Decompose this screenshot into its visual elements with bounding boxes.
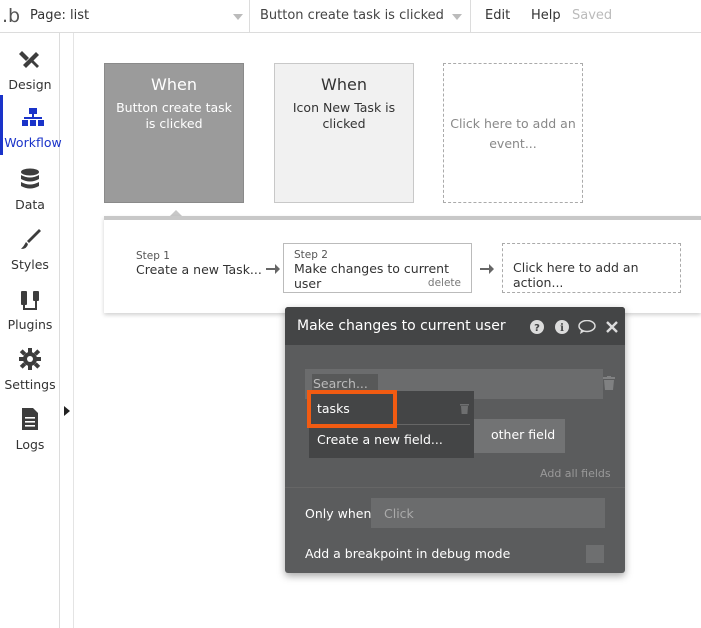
plug-icon — [21, 291, 39, 310]
breakpoint-checkbox[interactable] — [586, 545, 604, 563]
sidebar-item-workflow[interactable]: Workflow — [0, 95, 62, 155]
trash-icon[interactable] — [603, 376, 615, 390]
annotation-highlight-box — [307, 390, 397, 428]
only-when-label: Only when — [305, 506, 372, 521]
sidebar-item-settings[interactable]: Settings — [0, 337, 60, 397]
menu-help[interactable]: Help — [531, 8, 561, 23]
step-number: Step 2 — [294, 249, 328, 261]
menu-edit[interactable]: Edit — [485, 8, 510, 23]
top-bar: .b Page: list Button create task is clic… — [0, 0, 701, 33]
step-number: Step 1 — [136, 250, 170, 262]
sidebar-item-plugins[interactable]: Plugins — [0, 277, 60, 337]
page-select-label: Page: list — [30, 8, 90, 23]
arrow-right-icon — [266, 264, 280, 274]
sidebar-item-label: Styles — [11, 257, 49, 272]
info-icon[interactable]: i — [555, 320, 569, 334]
gear-icon — [19, 348, 41, 370]
sidebar-item-label: Design — [8, 77, 52, 92]
help-icon[interactable]: ? — [530, 320, 544, 334]
add-event-placeholder[interactable]: Click here to add an event... — [443, 63, 583, 203]
event-select-label: Button create task is clicked — [260, 8, 444, 23]
panel-divider — [285, 487, 625, 488]
event-when-label: When — [151, 75, 197, 94]
delete-step-link[interactable]: delete — [428, 277, 461, 289]
canvas-divider — [73, 33, 74, 628]
step-1[interactable]: Step 1 Create a new Task... — [136, 250, 262, 277]
comment-icon[interactable] — [578, 320, 596, 334]
sidebar-item-label: Workflow — [4, 135, 62, 150]
sidebar-item-label: Logs — [15, 437, 45, 452]
left-sidebar: Design Workflow Data Styles Plugins Sett… — [0, 33, 62, 628]
page-select[interactable]: Page: list — [18, 0, 250, 33]
svg-text:?: ? — [534, 323, 540, 334]
sidebar-item-logs[interactable]: Logs — [0, 397, 60, 457]
sidebar-item-design[interactable]: Design — [0, 37, 60, 97]
add-all-fields-link[interactable]: Add all fields — [540, 467, 611, 480]
sidebar-item-label: Data — [15, 197, 45, 212]
design-icon — [19, 51, 39, 68]
document-icon — [22, 408, 38, 430]
chevron-down-icon — [233, 14, 243, 20]
event-card-button-create-task[interactable]: When Button create task is clicked — [104, 63, 244, 203]
panel-title: Make changes to current user — [297, 318, 506, 334]
change-another-field-button[interactable]: other field — [474, 419, 565, 453]
create-new-field-option[interactable]: Create a new field... — [317, 432, 443, 447]
data-icon — [21, 168, 39, 189]
add-action-placeholder[interactable]: Click here to add an action... — [502, 243, 681, 293]
event-card-icon-new-task[interactable]: When Icon New Task is clicked — [274, 63, 414, 203]
svg-text:i: i — [560, 323, 564, 334]
panel-header: Make changes to current user ? i — [285, 307, 625, 345]
expand-sidebar-icon[interactable] — [64, 406, 70, 416]
event-description: Icon New Task is clicked — [292, 100, 396, 131]
workflow-icon — [22, 108, 44, 126]
trash-icon[interactable] — [460, 403, 469, 414]
only-when-input[interactable] — [371, 498, 605, 528]
action-properties-panel: Make changes to current user ? i other f… — [285, 307, 625, 573]
chevron-down-icon — [452, 14, 462, 20]
workflow-steps-bar: Step 1 Create a new Task... Step 2 Make … — [104, 216, 701, 313]
event-when-label: When — [321, 75, 367, 94]
saved-status: Saved — [572, 8, 613, 23]
brush-icon — [21, 229, 41, 249]
arrow-right-icon — [480, 264, 494, 274]
breakpoint-label: Add a breakpoint in debug mode — [305, 546, 511, 561]
sidebar-item-data[interactable]: Data — [0, 157, 60, 217]
sidebar-item-label: Settings — [4, 377, 56, 392]
event-description: Button create task is clicked — [116, 100, 232, 131]
event-select[interactable]: Button create task is clicked — [251, 0, 471, 33]
sidebar-item-label: Plugins — [7, 317, 53, 332]
close-icon[interactable] — [606, 320, 618, 334]
sidebar-item-styles[interactable]: Styles — [0, 217, 60, 277]
step-2[interactable]: Step 2 Make changes to current user dele… — [283, 243, 472, 293]
step-label: Create a new Task... — [136, 262, 262, 277]
